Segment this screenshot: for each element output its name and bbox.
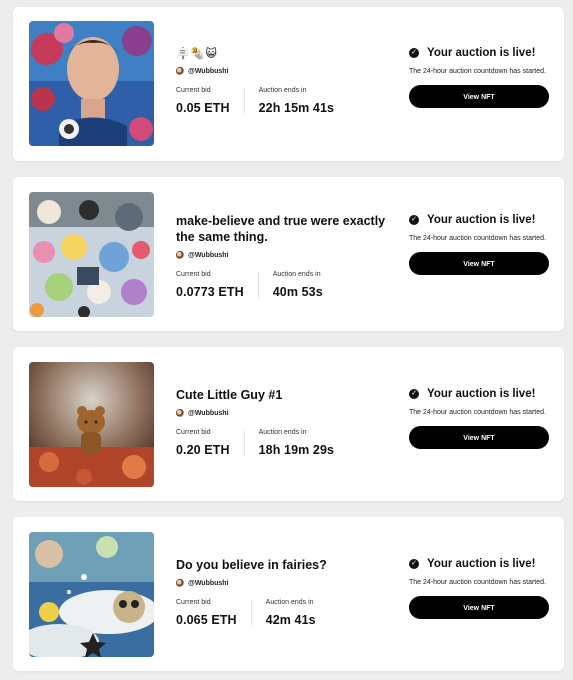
check-circle-icon: ✓ xyxy=(409,48,419,58)
creator[interactable]: @Wubbushi xyxy=(176,409,396,417)
creator[interactable]: @Wubbushi xyxy=(176,579,396,587)
view-nft-button[interactable]: View NFT xyxy=(409,425,549,449)
status-title: Your auction is live! xyxy=(427,214,536,226)
auction-ends-value: 42m 41s xyxy=(265,613,316,627)
status-description: The 24-hour auction countdown has starte… xyxy=(409,409,546,416)
status-heading: ✓ Your auction is live! xyxy=(409,388,551,400)
current-bid: Current bid 0.0773 ETH xyxy=(176,271,258,299)
auction-countdown: Auction ends in 18h 19m 29s xyxy=(243,429,348,457)
status-description: The 24-hour auction countdown has starte… xyxy=(409,579,546,586)
nft-thumbnail[interactable] xyxy=(29,362,154,487)
auction-card: make-believe and true were exactly the s… xyxy=(13,177,564,331)
auction-status: ✓ Your auction is live! The 24-hour auct… xyxy=(409,47,551,108)
nft-artwork-fairies xyxy=(29,532,154,657)
current-bid-value: 0.20 ETH xyxy=(176,443,230,457)
nft-thumbnail[interactable] xyxy=(29,192,154,317)
auction-ends-label: Auction ends in xyxy=(258,429,307,436)
status-title: Your auction is live! xyxy=(427,47,536,59)
auction-ends-label: Auction ends in xyxy=(258,87,307,94)
creator-avatar xyxy=(176,251,184,259)
creator-handle: @Wubbushi xyxy=(188,67,229,75)
nft-artwork-portrait xyxy=(29,21,154,146)
view-nft-button[interactable]: View NFT xyxy=(409,595,549,619)
creator-avatar xyxy=(176,579,184,587)
auction-stats: Current bid 0.0773 ETH Auction ends in 4… xyxy=(176,271,406,299)
nft-title[interactable]: Do you believe in fairies? xyxy=(176,557,396,573)
nft-title[interactable]: Cute Little Guy #1 xyxy=(176,387,396,403)
auction-info: make-believe and true were exactly the s… xyxy=(176,213,406,299)
status-description: The 24-hour auction countdown has starte… xyxy=(409,68,546,75)
auction-ends-label: Auction ends in xyxy=(272,271,321,278)
auction-card: 🪧🌯😺 @Wubbushi Current bid 0.05 ETH Aucti… xyxy=(13,7,564,161)
status-title: Your auction is live! xyxy=(427,558,536,570)
creator-avatar xyxy=(176,409,184,417)
nft-artwork-collage xyxy=(29,192,154,317)
creator-handle: @Wubbushi xyxy=(188,409,229,417)
auction-card: Do you believe in fairies? @Wubbushi Cur… xyxy=(13,517,564,671)
auction-countdown: Auction ends in 42m 41s xyxy=(250,599,330,627)
current-bid-value: 0.05 ETH xyxy=(176,101,230,115)
nft-title[interactable]: make-believe and true were exactly the s… xyxy=(176,213,406,245)
auction-status: ✓ Your auction is live! The 24-hour auct… xyxy=(409,214,551,275)
auction-countdown: Auction ends in 40m 53s xyxy=(257,271,337,299)
check-circle-icon: ✓ xyxy=(409,389,419,399)
check-circle-icon: ✓ xyxy=(409,559,419,569)
current-bid-label: Current bid xyxy=(176,429,211,436)
nft-thumbnail[interactable] xyxy=(29,21,154,146)
check-circle-icon: ✓ xyxy=(409,215,419,225)
auction-countdown: Auction ends in 22h 15m 41s xyxy=(243,87,348,115)
current-bid: Current bid 0.05 ETH xyxy=(176,87,244,115)
view-nft-button[interactable]: View NFT xyxy=(409,251,549,275)
nft-thumbnail[interactable] xyxy=(29,532,154,657)
auction-card: Cute Little Guy #1 @Wubbushi Current bid… xyxy=(13,347,564,501)
auction-stats: Current bid 0.20 ETH Auction ends in 18h… xyxy=(176,429,396,457)
status-heading: ✓ Your auction is live! xyxy=(409,558,551,570)
status-description: The 24-hour auction countdown has starte… xyxy=(409,235,546,242)
creator[interactable]: @Wubbushi xyxy=(176,251,406,259)
creator[interactable]: @Wubbushi xyxy=(176,67,396,75)
auction-status: ✓ Your auction is live! The 24-hour auct… xyxy=(409,388,551,449)
current-bid-label: Current bid xyxy=(176,599,211,606)
creator-avatar xyxy=(176,67,184,75)
status-heading: ✓ Your auction is live! xyxy=(409,214,551,226)
status-heading: ✓ Your auction is live! xyxy=(409,47,551,59)
current-bid: Current bid 0.065 ETH xyxy=(176,599,251,627)
creator-handle: @Wubbushi xyxy=(188,579,229,587)
current-bid-label: Current bid xyxy=(176,271,211,278)
current-bid: Current bid 0.20 ETH xyxy=(176,429,244,457)
auction-ends-label: Auction ends in xyxy=(265,599,314,606)
auction-stats: Current bid 0.065 ETH Auction ends in 42… xyxy=(176,599,396,627)
auction-stats: Current bid 0.05 ETH Auction ends in 22h… xyxy=(176,87,396,115)
auction-info: Cute Little Guy #1 @Wubbushi Current bid… xyxy=(176,387,396,457)
view-nft-button[interactable]: View NFT xyxy=(409,84,549,108)
auction-ends-value: 40m 53s xyxy=(272,285,323,299)
auction-status: ✓ Your auction is live! The 24-hour auct… xyxy=(409,558,551,619)
current-bid-value: 0.065 ETH xyxy=(176,613,237,627)
nft-artwork-bear xyxy=(29,362,154,487)
current-bid-label: Current bid xyxy=(176,87,211,94)
auction-ends-value: 18h 19m 29s xyxy=(258,443,335,457)
status-title: Your auction is live! xyxy=(427,388,536,400)
creator-handle: @Wubbushi xyxy=(188,251,229,259)
auction-info: 🪧🌯😺 @Wubbushi Current bid 0.05 ETH Aucti… xyxy=(176,47,396,115)
auction-ends-value: 22h 15m 41s xyxy=(258,101,335,115)
auction-info: Do you believe in fairies? @Wubbushi Cur… xyxy=(176,557,396,627)
current-bid-value: 0.0773 ETH xyxy=(176,285,244,299)
nft-title[interactable]: 🪧🌯😺 xyxy=(176,47,396,60)
